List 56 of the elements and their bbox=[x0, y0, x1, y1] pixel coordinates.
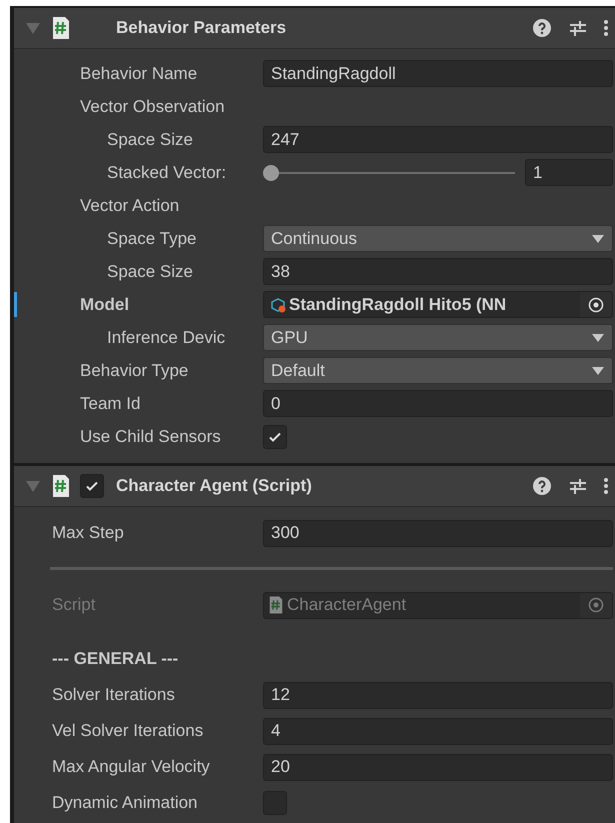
field-label: Vel Solver Iterations bbox=[52, 721, 204, 741]
slider-thumb[interactable] bbox=[263, 164, 279, 180]
caret-icon bbox=[592, 366, 604, 374]
field-label: Vector Observation bbox=[80, 96, 226, 116]
field-label: Behavior Name bbox=[80, 64, 198, 84]
checkbox[interactable] bbox=[263, 424, 287, 448]
presets-icon[interactable] bbox=[569, 477, 587, 495]
value-input[interactable]: 4 bbox=[263, 718, 613, 744]
target-icon bbox=[588, 597, 604, 613]
more-icon[interactable] bbox=[603, 19, 609, 37]
dropdown[interactable]: Default bbox=[263, 357, 613, 384]
model-icon bbox=[269, 296, 287, 314]
enable-checkbox[interactable] bbox=[80, 474, 104, 498]
field-label: Space Size bbox=[107, 262, 194, 282]
value-input[interactable]: 38 bbox=[263, 258, 613, 285]
object-picker-button[interactable] bbox=[580, 292, 612, 317]
component-title: Character Agent (Script) bbox=[116, 476, 312, 496]
field-label: Script bbox=[52, 595, 96, 615]
field-label: Space Size bbox=[107, 130, 194, 150]
component-header[interactable]: Behavior Parameters bbox=[14, 8, 615, 49]
field-label: Dynamic Animation bbox=[52, 793, 199, 813]
help-icon[interactable] bbox=[533, 477, 551, 495]
caret-icon bbox=[592, 334, 604, 342]
more-icon[interactable] bbox=[603, 477, 609, 495]
field-label: Stacked Vector: bbox=[107, 162, 228, 182]
dropdown[interactable]: Continuous bbox=[263, 225, 613, 252]
component-title: Behavior Parameters bbox=[116, 18, 286, 38]
script-icon bbox=[52, 475, 70, 497]
field-label: Max Angular Velocity bbox=[52, 757, 211, 777]
field-label: Use Child Sensors bbox=[80, 426, 222, 446]
caret-icon bbox=[592, 234, 604, 242]
value-input[interactable]: 20 bbox=[263, 754, 613, 780]
field-label: Model bbox=[80, 294, 130, 314]
field-label: Behavior Type bbox=[80, 360, 190, 380]
value-input[interactable]: 12 bbox=[263, 682, 613, 708]
value-input[interactable]: 0 bbox=[263, 390, 613, 417]
field-label: Max Step bbox=[52, 523, 125, 543]
field-label: Space Type bbox=[107, 228, 198, 248]
value-input[interactable]: StandingRagdoll bbox=[263, 60, 613, 87]
script-icon bbox=[269, 596, 283, 614]
modified-indicator bbox=[14, 292, 17, 317]
value-input[interactable]: 300 bbox=[263, 520, 613, 546]
field-label: --- GENERAL --- bbox=[52, 649, 180, 669]
help-icon[interactable] bbox=[533, 19, 551, 37]
field-label: Vector Action bbox=[80, 196, 180, 216]
object-field[interactable]: StandingRagdoll Hito5 (NN bbox=[263, 291, 613, 318]
script-icon bbox=[52, 17, 70, 39]
value-input[interactable]: 247 bbox=[263, 126, 613, 153]
value-input[interactable]: 1 bbox=[525, 159, 613, 186]
field-label: Inference Devic bbox=[107, 328, 226, 348]
presets-icon[interactable] bbox=[569, 19, 587, 37]
target-icon bbox=[588, 296, 604, 312]
field-label: Solver Iterations bbox=[52, 685, 176, 705]
dropdown[interactable]: GPU bbox=[263, 324, 613, 351]
field-label: Team Id bbox=[80, 394, 142, 414]
component-header[interactable]: Character Agent (Script) bbox=[14, 466, 615, 507]
